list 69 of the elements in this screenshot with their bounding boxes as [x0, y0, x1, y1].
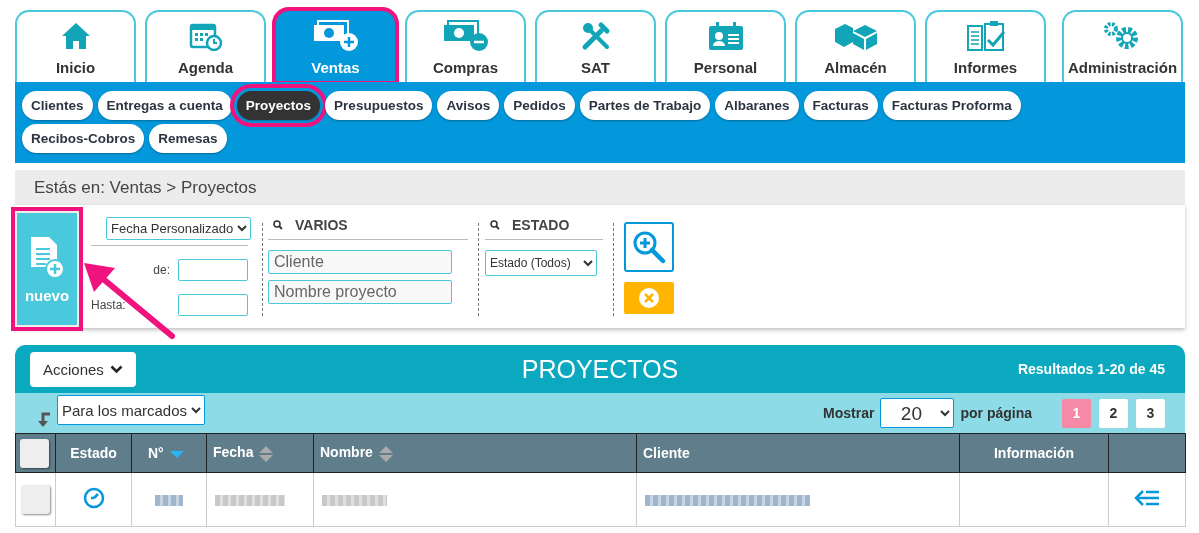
select-all-checkbox[interactable]	[20, 438, 49, 468]
row-checkbox[interactable]	[21, 485, 50, 514]
clear-button[interactable]	[624, 282, 674, 314]
per-page-label: por página	[960, 405, 1032, 421]
search-icon	[273, 220, 283, 230]
sub-nav-tab[interactable]: Remesas	[149, 124, 227, 153]
text-field[interactable]: Cliente	[268, 250, 452, 274]
sub-nav-tab[interactable]: Albaranes	[715, 91, 799, 120]
field-label: Hasta:	[91, 298, 126, 312]
nav-tab[interactable]: Almacén	[795, 10, 916, 82]
show-label: Mostrar	[823, 405, 875, 421]
zoom-in-icon	[632, 230, 666, 264]
field-label: de:	[153, 263, 170, 277]
blurred-text	[215, 494, 285, 506]
page-size-select[interactable]: 20	[880, 398, 955, 428]
clipboard-check-icon	[965, 20, 1006, 52]
sub-nav-tab[interactable]: Avisos	[437, 91, 500, 120]
search-button[interactable]	[624, 222, 674, 272]
sub-nav-tab[interactable]: Facturas	[803, 91, 878, 120]
page-button[interactable]: 3	[1136, 398, 1165, 428]
nav-tab[interactable]: Compras	[405, 10, 526, 82]
date-from-field[interactable]	[178, 259, 248, 281]
column-header[interactable]: N°	[148, 445, 164, 461]
status-select[interactable]: Estado (Todos)	[485, 250, 597, 276]
nav-tab[interactable]: Agenda	[145, 10, 266, 82]
filter-heading: VARIOS	[295, 217, 348, 233]
close-icon	[639, 288, 659, 308]
text-field[interactable]: Nombre proyecto	[268, 280, 452, 304]
bulk-action-select[interactable]: Para los marcados	[57, 395, 205, 425]
sub-nav-tab[interactable]: Facturas Proforma	[882, 91, 1021, 120]
sort-icon[interactable]	[259, 445, 274, 462]
house-icon	[60, 22, 91, 50]
sort-icon[interactable]	[378, 445, 393, 462]
tools-icon	[580, 21, 611, 51]
sub-nav-tab[interactable]: Clientes	[22, 91, 93, 120]
blurred-text	[322, 494, 387, 506]
results-count: Resultados 1-20 de 45	[1017, 361, 1165, 377]
breadcrumb: Estás en: Ventas > Proyectos	[34, 178, 257, 197]
sub-nav-tab[interactable]: Presupuestos	[325, 91, 433, 120]
nav-tab[interactable]: Informes	[925, 10, 1046, 82]
cash-minus-icon	[441, 20, 490, 52]
document-plus-icon	[29, 234, 65, 279]
sub-nav-tab[interactable]: Recibos-Cobros	[22, 124, 145, 153]
nav-tab[interactable]: Personal	[665, 10, 786, 82]
chevron-down-icon	[109, 364, 123, 374]
column-header[interactable]: Fecha	[213, 444, 254, 461]
sub-nav-tab[interactable]: Pedidos	[504, 91, 575, 120]
column-header[interactable]: Nombre	[320, 444, 373, 461]
nav-tab[interactable]: Inicio	[15, 10, 136, 82]
list-arrow-icon[interactable]	[1134, 488, 1160, 507]
page-button[interactable]: 2	[1099, 398, 1128, 428]
actions-button[interactable]: Acciones	[30, 351, 136, 387]
filter-heading: ESTADO	[512, 217, 570, 233]
column-header[interactable]: Cliente	[643, 445, 690, 461]
nav-tab[interactable]: SAT	[535, 10, 656, 82]
corner-arrow-icon	[37, 412, 51, 428]
calendar-clock-icon	[188, 21, 223, 51]
sub-nav-tab[interactable]: Entregas a cuenta	[97, 91, 232, 120]
boxes-icon	[832, 21, 879, 51]
date-range-select[interactable]: Fecha Personalizado	[106, 217, 251, 240]
table-title: PROYECTOS	[521, 354, 679, 383]
cash-plus-icon	[311, 20, 360, 52]
blurred-text	[155, 494, 183, 506]
id-card-icon	[707, 21, 744, 51]
sub-nav-tab[interactable]: Partes de Trabajo	[579, 91, 711, 120]
date-to-field[interactable]	[178, 294, 248, 316]
sort-descending-icon[interactable]	[169, 450, 184, 458]
search-icon	[490, 220, 500, 230]
clock-icon	[82, 486, 105, 509]
